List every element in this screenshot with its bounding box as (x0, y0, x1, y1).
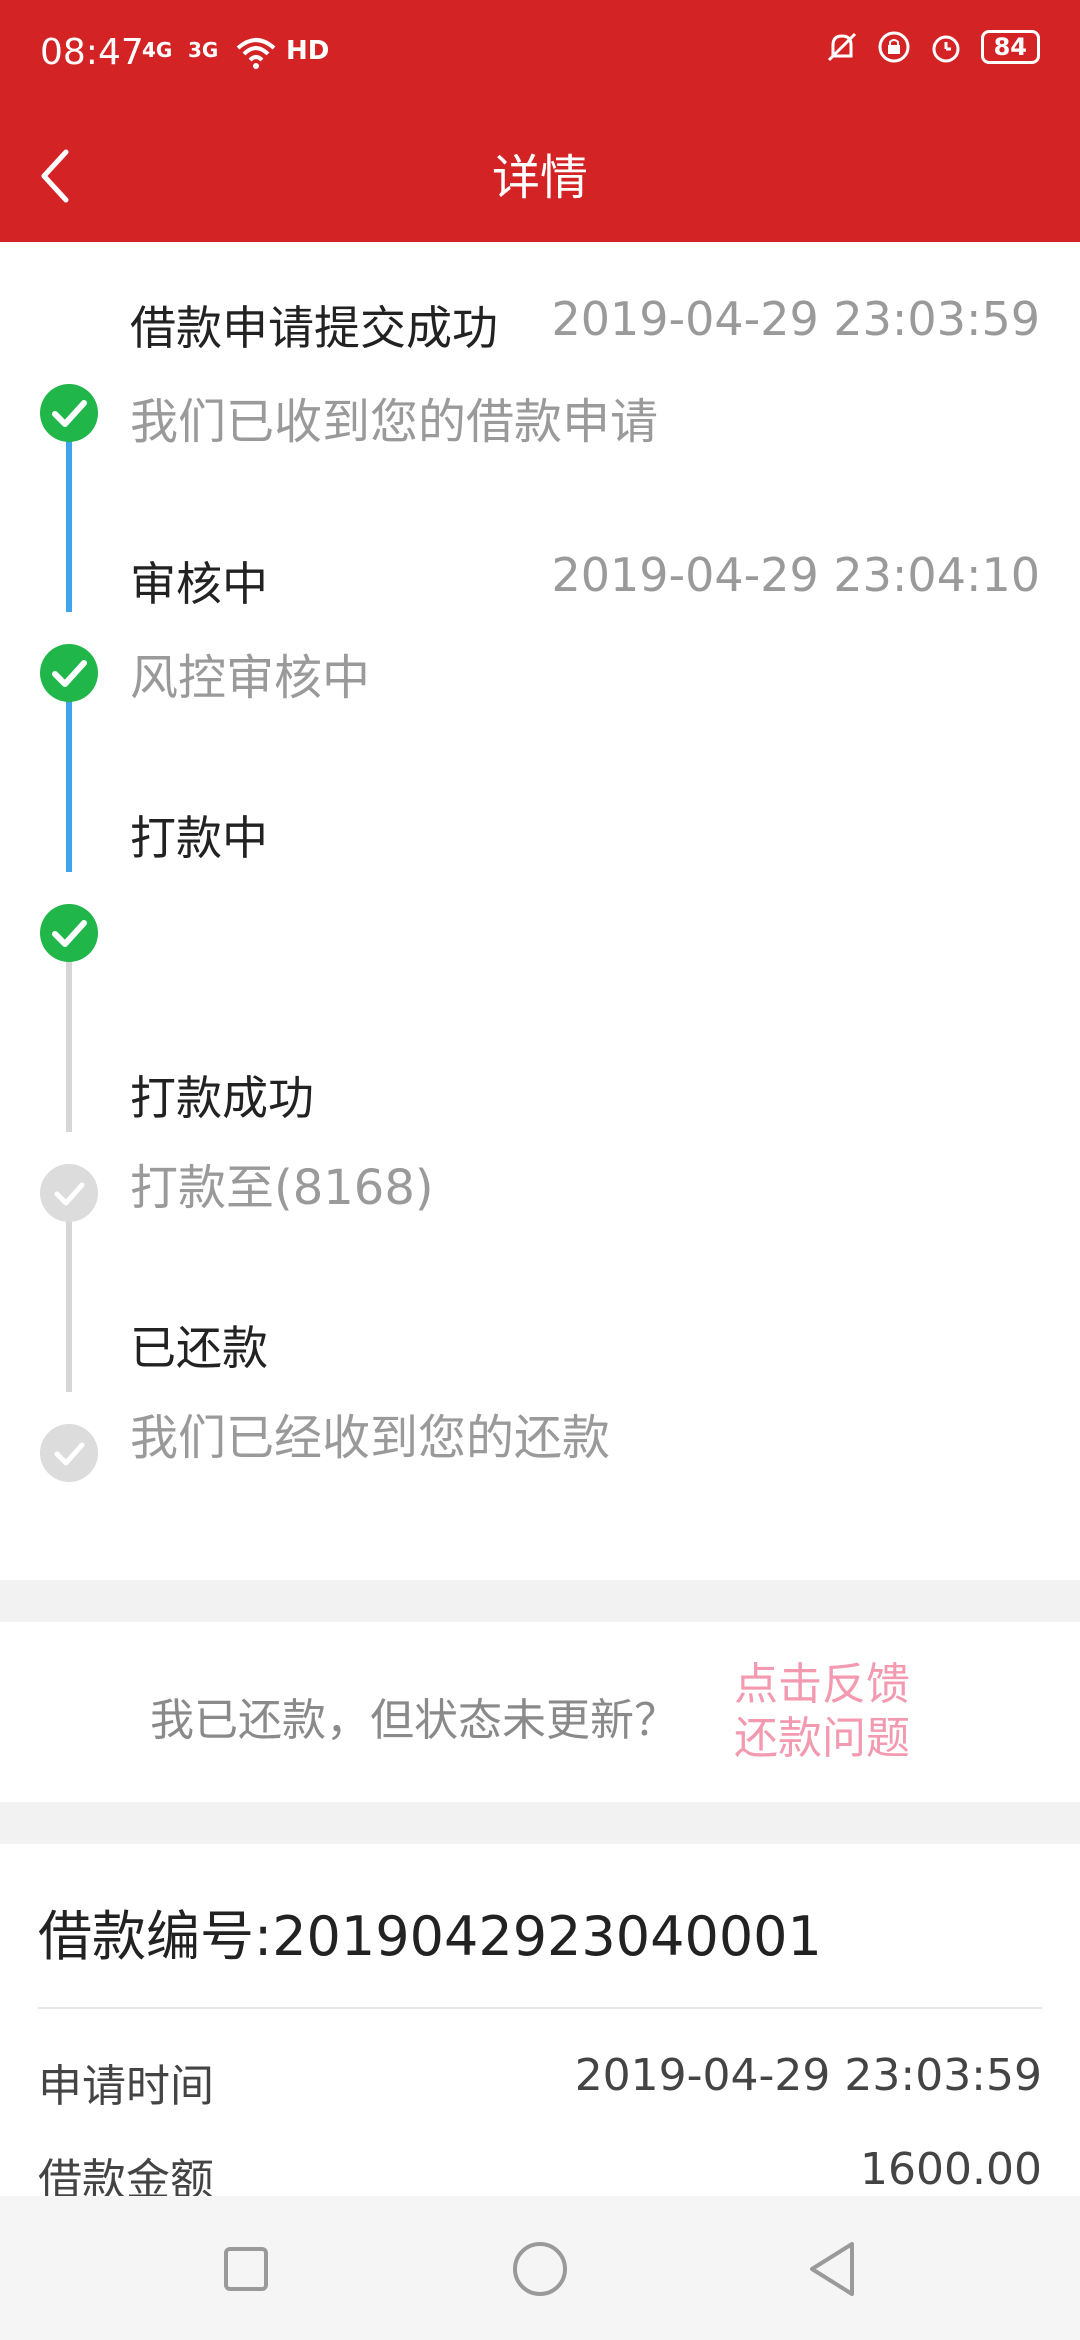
signal-3g-icon: 3G (188, 38, 218, 62)
step-5-title: 已还款 (130, 1321, 268, 1375)
feedback-prompt: 我已还款，但状态未更新？ (150, 1695, 678, 1746)
step-5-check-icon (40, 1424, 98, 1482)
step-2-check-icon (40, 644, 98, 702)
page-title: 详情 (491, 150, 588, 206)
timeline-connector-3 (66, 932, 72, 1132)
back-icon[interactable] (794, 2236, 874, 2302)
apply-time-label: 申请时间 (38, 2061, 214, 2112)
signal-4g-icon: 4G (142, 38, 172, 62)
status-bar: 08:47 4G 3G HD 84 (0, 0, 1080, 110)
recent-apps-icon[interactable] (206, 2236, 286, 2302)
timeline-connector-1 (66, 412, 72, 612)
progress-timeline: 借款申请提交成功 2019-04-29 23:03:59 我们已收到您的借款申请… (0, 242, 1080, 1580)
repayment-feedback-bar: 我已还款，但状态未更新？ 点击反馈 还款问题 (0, 1622, 1080, 1802)
battery-icon: 84 (980, 30, 1040, 64)
loan-amount-value: 1600.00 (860, 2144, 1042, 2195)
timeline-connector-2 (66, 672, 72, 872)
step-1-title: 借款申请提交成功 (130, 301, 498, 355)
lock-rotation-icon (878, 31, 910, 63)
step-3-check-icon (40, 904, 98, 962)
system-navigation-bar (0, 2196, 1080, 2340)
home-icon[interactable] (500, 2236, 580, 2302)
header: 详情 (0, 110, 1080, 242)
alarm-icon (932, 35, 960, 63)
loan-info-card: 借款编号:2019042923040001 申请时间 2019-04-29 23… (0, 1844, 1080, 2200)
feedback-link[interactable]: 点击反馈 还款问题 (734, 1658, 910, 1766)
step-2-desc: 风控审核中 (130, 650, 371, 706)
step-1-desc: 我们已收到您的借款申请 (130, 394, 659, 450)
step-3-title: 打款中 (130, 811, 268, 865)
step-1-time: 2019-04-29 23:03:59 (551, 292, 1040, 346)
step-2-title: 审核中 (130, 557, 268, 611)
loan-amount-label: 借款金额 (38, 2155, 214, 2200)
status-time: 08:47 (40, 32, 144, 73)
signal-4g-label: 4G (142, 38, 173, 62)
divider (38, 2007, 1042, 2009)
step-4-title: 打款成功 (130, 1071, 314, 1125)
step-5-desc: 我们已经收到您的还款 (130, 1410, 611, 1466)
wifi-icon (236, 38, 276, 69)
signal-3g-label: 3G (188, 38, 219, 62)
hd-icon: HD (286, 36, 329, 66)
feedback-link-line-2[interactable]: 还款问题 (734, 1712, 910, 1766)
hd-label: HD (286, 36, 330, 66)
step-4-desc: 打款至(8168) (130, 1160, 434, 1216)
bell-mute-icon (827, 32, 856, 62)
battery-level: 84 (993, 33, 1027, 61)
step-1-check-icon (40, 384, 98, 442)
step-2-time: 2019-04-29 23:04:10 (551, 548, 1040, 602)
step-4-check-icon (40, 1164, 98, 1222)
feedback-link-line-1[interactable]: 点击反馈 (734, 1658, 910, 1712)
apply-time-value: 2019-04-29 23:03:59 (574, 2050, 1042, 2101)
timeline-connector-4 (66, 1192, 72, 1392)
loan-number: 借款编号:2019042923040001 (38, 1905, 822, 1968)
